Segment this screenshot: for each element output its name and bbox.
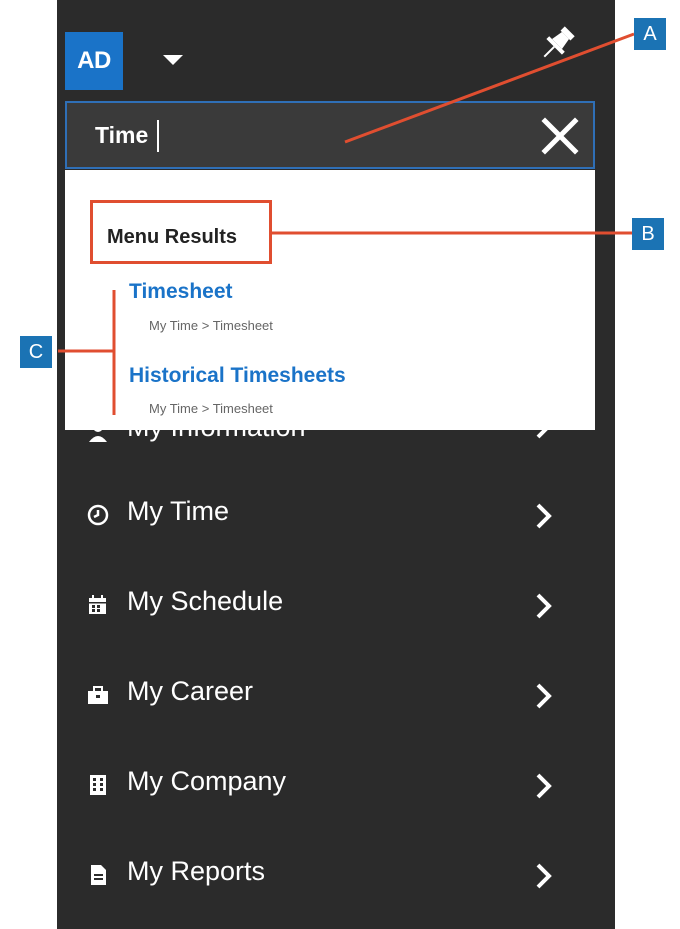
- result-timesheet-path: My Time > Timesheet: [149, 318, 273, 333]
- chevron-right-icon: [536, 863, 552, 889]
- callout-c-badge: C: [20, 336, 52, 368]
- pin-icon[interactable]: [535, 22, 579, 66]
- document-icon: [91, 865, 106, 885]
- result-timesheet-link[interactable]: Timesheet: [129, 280, 233, 304]
- menu-item-label: My Career: [127, 676, 254, 706]
- menu-item-my-time[interactable]: My Time: [57, 472, 615, 562]
- building-icon: [90, 775, 106, 795]
- chevron-right-icon: [536, 593, 552, 619]
- menu-item-label: My Schedule: [127, 586, 284, 616]
- callout-b-badge: B: [632, 218, 664, 250]
- chevron-right-icon: [536, 773, 552, 799]
- menu-item-label: My Company: [127, 766, 287, 796]
- menu-item-my-schedule[interactable]: My Schedule: [57, 562, 615, 652]
- user-avatar[interactable]: AD: [65, 32, 123, 90]
- chevron-down-icon[interactable]: [163, 55, 183, 65]
- menu-item-my-career[interactable]: My Career: [57, 652, 615, 742]
- top-bar: AD: [57, 0, 615, 100]
- menu-item-my-company[interactable]: My Company: [57, 742, 615, 832]
- navigation-panel: AD My Information Menu Results Timesheet…: [57, 0, 615, 929]
- chevron-right-icon: [536, 503, 552, 529]
- search-results-dropdown: Menu Results Timesheet My Time > Timeshe…: [65, 170, 595, 430]
- result-historical-timesheets-path: My Time > Timesheet: [149, 401, 273, 416]
- calendar-icon: [89, 595, 106, 614]
- menu-item-label: My Reports: [127, 856, 266, 886]
- text-cursor: [157, 120, 159, 152]
- clear-search-icon[interactable]: [541, 117, 579, 155]
- callout-a-badge: A: [634, 18, 666, 50]
- menu-results-header: Menu Results: [107, 226, 238, 248]
- chevron-right-icon: [536, 683, 552, 709]
- clock-icon: [87, 504, 109, 526]
- menu-item-label: My Time: [127, 496, 230, 526]
- result-historical-timesheets-link[interactable]: Historical Timesheets: [129, 364, 346, 388]
- menu-item-my-reports[interactable]: My Reports: [57, 832, 615, 922]
- briefcase-icon: [88, 686, 108, 704]
- menu-search-box: [65, 101, 595, 169]
